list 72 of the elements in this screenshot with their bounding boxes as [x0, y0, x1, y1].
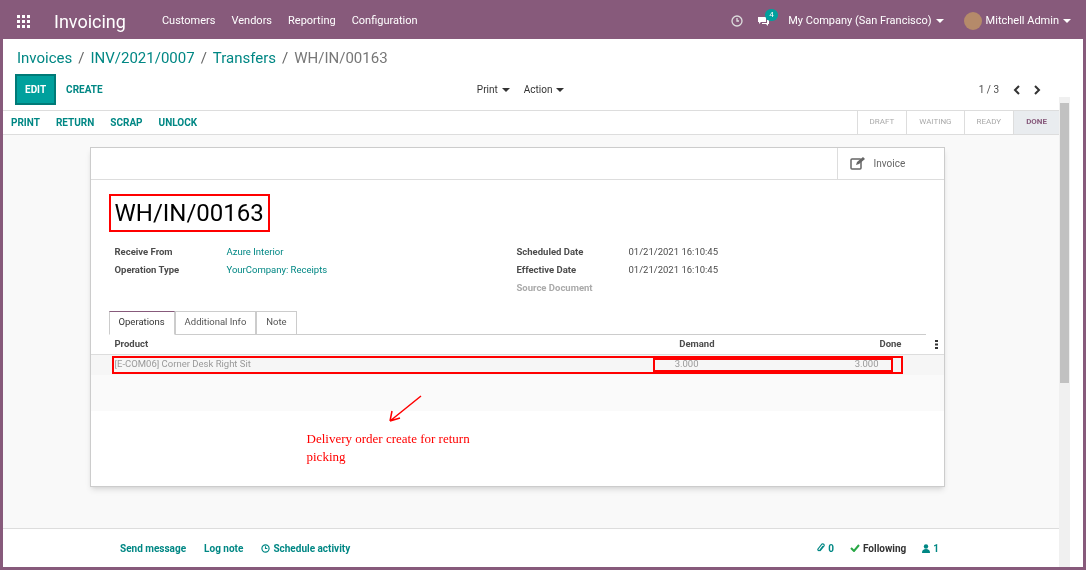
- followers-button[interactable]: 1: [922, 540, 939, 556]
- status-step[interactable]: DRAFT: [856, 110, 907, 134]
- breadcrumb-separator: /: [282, 48, 289, 69]
- field-label: Scheduled Date: [516, 244, 585, 259]
- menu-item[interactable]: Vendors: [231, 12, 273, 30]
- annotation-text: Delivery order create for return picking: [306, 429, 471, 466]
- kebab-icon[interactable]: [934, 339, 938, 349]
- field-label: Effective Date: [516, 262, 578, 277]
- table-cell-text: [E-COM06] Corner Desk Right Sit: [114, 357, 252, 372]
- user-menu[interactable]: Mitchell Admin: [985, 12, 1071, 30]
- attachments-button[interactable]: 0: [817, 540, 834, 556]
- pager: 1 / 3: [978, 83, 999, 97]
- edit-button[interactable]: EDIT: [15, 74, 57, 105]
- scrollbar[interactable]: [1059, 97, 1070, 567]
- header-button[interactable]: SCRAP: [110, 114, 143, 130]
- breadcrumb-separator: /: [78, 48, 85, 69]
- menu-item[interactable]: Configuration: [351, 12, 418, 30]
- status-step[interactable]: WAITING: [906, 110, 964, 134]
- annotation-arrow: [386, 393, 423, 424]
- log-note-button[interactable]: Log note: [204, 540, 244, 556]
- previous-icon[interactable]: [1013, 84, 1021, 95]
- app-grid-icon[interactable]: [17, 14, 30, 28]
- field-link[interactable]: YourCompany: Receipts: [226, 262, 328, 278]
- status-step[interactable]: DONE: [1013, 110, 1059, 134]
- create-button[interactable]: CREATE: [66, 82, 103, 97]
- clock-icon: [261, 543, 271, 553]
- breadcrumb: WH/IN/00163: [294, 48, 388, 69]
- invoice-smart-button[interactable]: Invoice: [836, 147, 944, 179]
- next-icon[interactable]: [1033, 84, 1041, 95]
- caret-icon: [935, 18, 944, 23]
- chat-icon[interactable]: [757, 15, 771, 27]
- dropdown-menu[interactable]: Print: [476, 82, 510, 97]
- header-button[interactable]: RETURN: [55, 114, 95, 130]
- column-header: Product: [114, 336, 150, 351]
- form-tab[interactable]: Operations: [108, 310, 175, 335]
- schedule-activity-button[interactable]: Schedule activity: [261, 540, 351, 556]
- record-title: WH/IN/00163: [108, 193, 270, 232]
- menu-item[interactable]: Customers: [161, 12, 216, 30]
- dropdown-menu[interactable]: Action: [523, 82, 565, 97]
- field-label: Operation Type: [114, 262, 181, 277]
- form-tab[interactable]: Note: [256, 310, 297, 335]
- check-icon: [849, 544, 860, 552]
- caret-icon: [501, 88, 510, 93]
- notification-badge: 4: [765, 8, 778, 21]
- field-label: Source Document: [516, 280, 594, 295]
- company-switcher[interactable]: My Company (San Francisco): [788, 12, 944, 30]
- menu-item[interactable]: Reporting: [288, 12, 336, 30]
- caret-icon: [556, 88, 565, 93]
- field-label: Receive From: [114, 244, 174, 259]
- breadcrumb[interactable]: INV/2021/0007: [90, 47, 195, 70]
- paperclip-icon: [817, 543, 826, 553]
- column-header: Demand: [678, 336, 715, 351]
- user-avatar: [963, 12, 982, 30]
- caret-icon: [1063, 18, 1071, 23]
- column-header: Done: [878, 336, 902, 351]
- person-icon: [922, 543, 931, 553]
- table-cell-text: 3.000: [853, 357, 880, 372]
- edit-icon: [849, 156, 866, 170]
- app-name[interactable]: Invoicing: [54, 7, 126, 35]
- following-button[interactable]: Following: [849, 540, 907, 556]
- form-tab[interactable]: Additional Info: [174, 310, 257, 335]
- field-value: 01/21/2021 16:10:45: [628, 244, 719, 259]
- header-button[interactable]: UNLOCK: [158, 114, 198, 130]
- breadcrumb[interactable]: Transfers: [212, 47, 277, 70]
- field-link[interactable]: Azure Interior: [226, 244, 284, 260]
- header-button[interactable]: PRINT: [11, 114, 40, 130]
- send-message-button[interactable]: Send message: [120, 540, 187, 556]
- clock-icon[interactable]: [731, 15, 744, 27]
- breadcrumb[interactable]: Invoices: [17, 47, 73, 70]
- breadcrumb-separator: /: [200, 48, 207, 69]
- field-value: 01/21/2021 16:10:45: [628, 262, 719, 277]
- table-cell-text: 3.000: [673, 357, 699, 372]
